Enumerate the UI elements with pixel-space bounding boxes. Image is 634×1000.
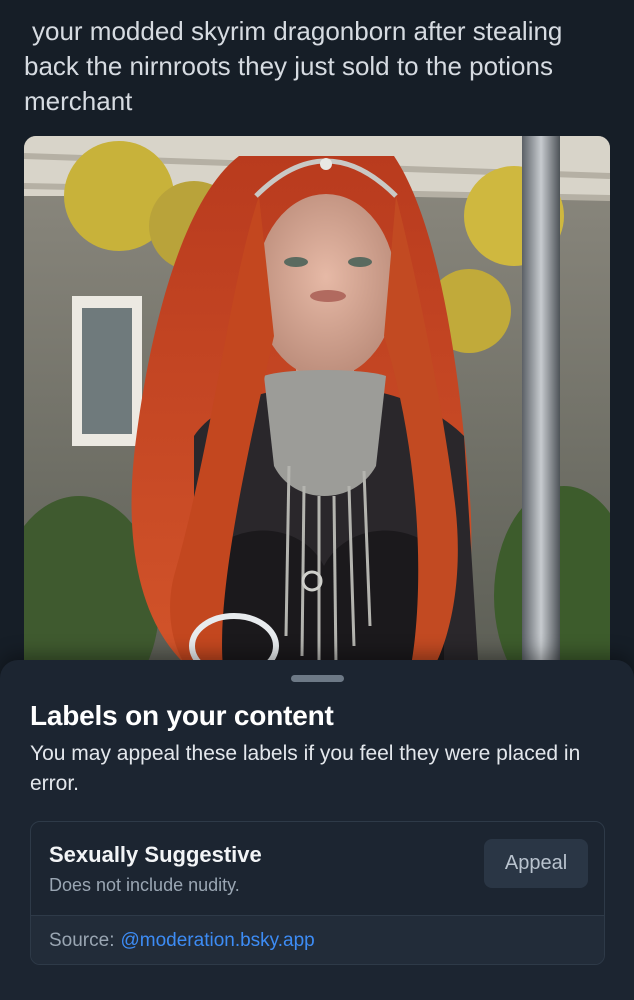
label-card: Sexually Suggestive Does not include nud… xyxy=(30,821,605,965)
app-screen: your modded skyrim dragonborn after stea… xyxy=(0,0,634,1000)
post-text: your modded skyrim dragonborn after stea… xyxy=(24,16,563,116)
appeal-button[interactable]: Appeal xyxy=(484,839,588,888)
sheet-description: You may appeal these labels if you feel … xyxy=(30,742,581,795)
label-name: Sexually Suggestive xyxy=(49,842,262,867)
source-prefix: Source: xyxy=(49,930,115,951)
label-source-row: Source: @moderation.bsky.app xyxy=(31,915,604,964)
post-image[interactable] xyxy=(24,136,610,676)
sheet-drag-handle[interactable] xyxy=(291,675,344,682)
source-link[interactable]: @moderation.bsky.app xyxy=(120,930,314,952)
labels-bottom-sheet: Labels on your content You may appeal th… xyxy=(0,660,634,1000)
label-description: Does not include nudity. xyxy=(49,875,240,895)
sheet-title: Labels on your content xyxy=(30,700,334,731)
